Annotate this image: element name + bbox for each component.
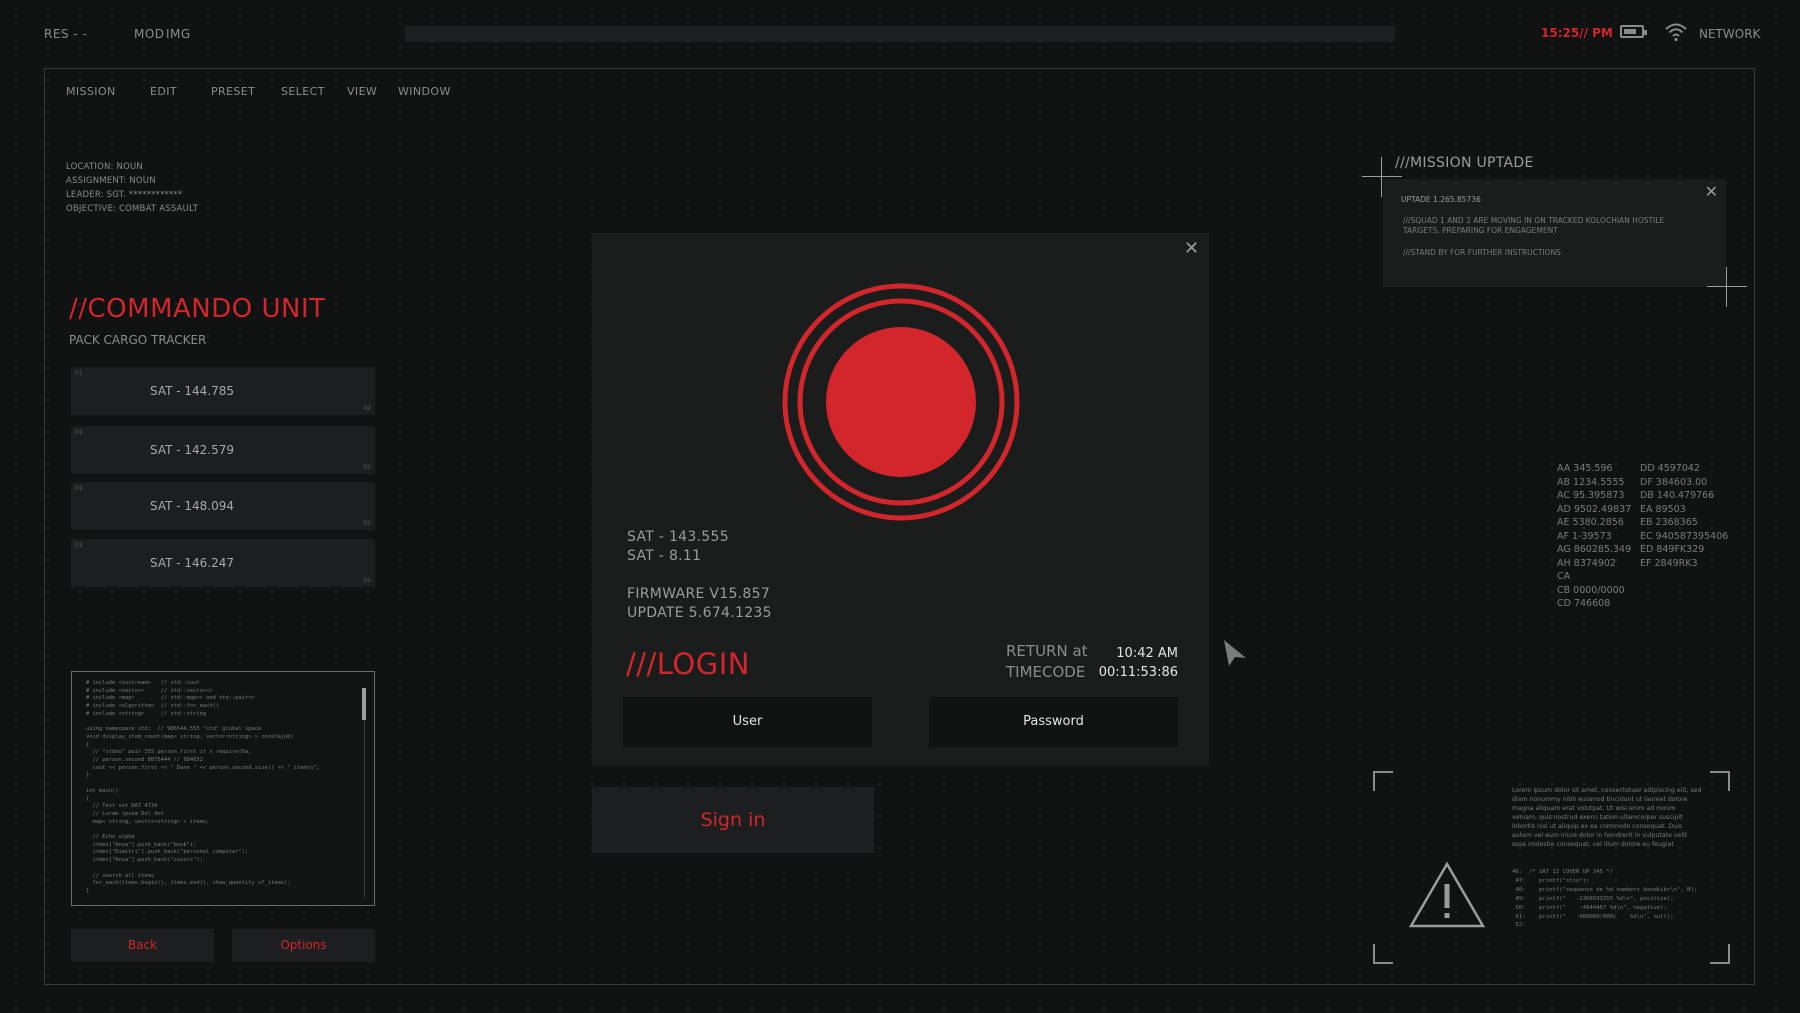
sat-card[interactable]: 01 SAT - 142.579 02	[71, 426, 375, 474]
code-readout: EF 2849RK3	[1640, 557, 1698, 569]
firmware-readout: FIRMWARE V15.857	[627, 586, 771, 602]
codes-column-left: AA 345.596 AB 1234.5555 AC 95.395873 AD 950…	[1557, 462, 1631, 611]
card-index-top: 01	[75, 542, 83, 549]
code-readout: CB 0000/0000	[1557, 584, 1625, 596]
sat-card-label: SAT - 144.785	[150, 384, 235, 398]
sat-card-label: SAT - 146.247	[150, 556, 235, 570]
menu-edit[interactable]: EDIT	[150, 85, 177, 98]
code-readout: EC 940587395406	[1640, 530, 1729, 542]
back-button[interactable]: Back	[71, 929, 214, 962]
sat-card[interactable]: 01 SAT - 148.094 02	[71, 482, 375, 530]
code-readout: DF 384603.00	[1640, 476, 1708, 488]
status-progress-bar	[405, 26, 1395, 42]
menu-select[interactable]: SELECT	[281, 85, 325, 98]
sign-in-button[interactable]: Sign in	[592, 787, 874, 853]
return-label: RETURN at	[1006, 642, 1088, 660]
img-label[interactable]: IMG	[166, 27, 191, 41]
objective-info: OBJECTIVE: COMBAT ASSAULT	[66, 204, 199, 214]
code-readout: ED 849FK329	[1640, 544, 1705, 555]
location-info: LOCATION: NOUN	[66, 162, 143, 172]
frame-corner	[1373, 944, 1393, 964]
code-readout: AD 9502.49837	[1557, 503, 1632, 515]
menu-view[interactable]: VIEW	[347, 85, 377, 98]
login-title: ///LOGIN	[626, 647, 750, 681]
frame-corner	[1710, 771, 1730, 791]
sat-a-readout: SAT - 143.555	[627, 529, 729, 545]
sat-card[interactable]: 01 SAT - 146.247 02	[71, 539, 375, 587]
battery-icon	[1620, 25, 1647, 38]
unit-subtitle: PACK CARGO TRACKER	[69, 333, 207, 347]
frame-corner	[1710, 944, 1730, 964]
code-readout: DB 140.479766	[1640, 490, 1715, 501]
login-modal: ✕ SAT - 143.555 SAT - 8.11 FIRMWARE V15.…	[592, 233, 1209, 766]
password-field[interactable]: Password	[929, 697, 1178, 747]
timecode-label: TIMECODE	[1006, 663, 1086, 681]
menu-preset[interactable]: PRESET	[211, 85, 255, 98]
sat-card-label: SAT - 148.094	[150, 499, 235, 513]
card-index-bottom: 02	[363, 520, 371, 527]
frame-corner	[1373, 771, 1393, 791]
code-readout: AC 95.395873	[1557, 490, 1625, 501]
update-line: ///STAND BY FOR FURTHER INSTRUCTIONS	[1403, 248, 1561, 257]
code-readout: AA 345.596	[1557, 463, 1613, 474]
code-readout: AH 8374902	[1557, 557, 1616, 569]
network-label[interactable]: NETWORK	[1699, 27, 1760, 41]
cursor-icon	[1224, 640, 1246, 666]
update-header: UPTADE 1.265.85736	[1401, 195, 1481, 204]
card-index-top: 01	[75, 370, 83, 377]
code-readout: AE 5380.2856	[1557, 517, 1624, 528]
code-readout: CA	[1557, 571, 1571, 582]
assignment-info: ASSIGNMENT: NOUN	[66, 176, 156, 186]
code-readout: EB 2368365	[1640, 517, 1698, 528]
code-panel[interactable]: # include <iostream> // std::cout # incl…	[71, 671, 375, 906]
mission-update-panel: ✕ UPTADE 1.265.85736 ///SQUAD 1 AND 2 AR…	[1383, 179, 1726, 287]
res-label: RES - -	[44, 27, 88, 41]
lorem-text: Lorem ipsum dolor sit amet, consectetuer…	[1512, 787, 1702, 848]
unit-title: //COMMANDO UNIT	[69, 294, 326, 324]
codes-column-right: DD 4597042 DF 384603.00 DB 140.479766 EA 89…	[1640, 462, 1728, 570]
battery-level	[1624, 29, 1636, 34]
user-field[interactable]: User	[623, 697, 872, 747]
crosshair-icon	[1707, 267, 1747, 307]
sat-card-label: SAT - 142.579	[150, 443, 235, 457]
return-value: 10:42 AM	[1116, 646, 1178, 661]
scrollbar-thumb[interactable]	[362, 688, 366, 720]
menu-mission[interactable]: MISSION	[66, 85, 116, 98]
card-index-bottom: 02	[363, 405, 371, 412]
code-text: # include <iostream> // std::cout # incl…	[86, 680, 320, 894]
update-line: ///SQUAD 1 AND 2 ARE MOVING IN ON TRACKE…	[1403, 216, 1665, 235]
mod-label[interactable]: MOD	[134, 27, 165, 41]
options-button[interactable]: Options	[232, 929, 375, 962]
card-index-top: 01	[75, 485, 83, 492]
code-readout: EA 89503	[1640, 503, 1686, 515]
sat-b-readout: SAT - 8.11	[627, 548, 702, 564]
update-readout: UPDATE 5.674.1235	[627, 605, 772, 621]
code-readout: CD 746608	[1557, 598, 1611, 609]
clock: 15:25// PM	[1541, 26, 1613, 40]
wifi-icon[interactable]	[1665, 22, 1687, 42]
leader-info: LEADER: SGT. ************	[66, 190, 183, 200]
code-readout: DD 4597042	[1640, 463, 1700, 474]
code-readout: AB 1234.5555	[1557, 476, 1625, 488]
mission-update-title: ///MISSION UPTADE	[1395, 155, 1534, 171]
small-code-text: 46: /* SAT 12 COVER UP 345 */ 47: printf…	[1512, 869, 1698, 929]
card-index-top: 01	[75, 429, 83, 436]
record-icon	[782, 283, 1020, 521]
card-index-bottom: 02	[363, 577, 371, 584]
code-readout: AG 860285.349	[1557, 544, 1632, 555]
card-index-bottom: 02	[363, 464, 371, 471]
sat-card[interactable]: 01 SAT - 144.785 02	[71, 367, 375, 415]
warning-icon	[1408, 861, 1486, 928]
close-icon[interactable]: ✕	[1705, 182, 1718, 201]
code-readout: AF 1-39573	[1557, 530, 1612, 542]
timecode-value: 00:11:53:86	[1098, 665, 1178, 680]
menu-window[interactable]: WINDOW	[398, 85, 451, 98]
close-icon[interactable]: ✕	[1184, 238, 1199, 259]
